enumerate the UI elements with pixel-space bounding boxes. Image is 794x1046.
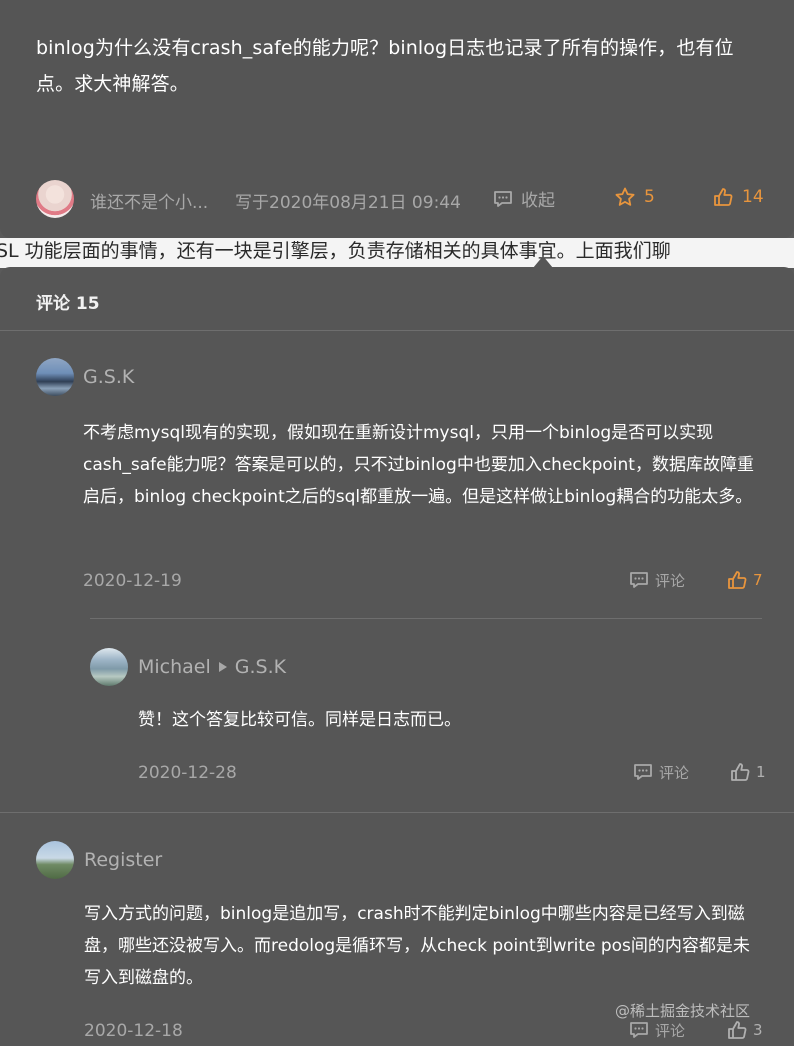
commenter-avatar[interactable] bbox=[90, 648, 128, 686]
comment-author[interactable]: Register bbox=[84, 849, 162, 871]
reply-target[interactable]: G.S.K bbox=[235, 656, 286, 678]
site-watermark: @稀土掘金技术社区 bbox=[615, 1002, 751, 1020]
star-button[interactable]: 5 bbox=[614, 186, 655, 208]
article-background: SL 功能层面的事情，还有一块是引擎层，负责存储相关的具体事宜。上面我们聊 bbox=[0, 238, 794, 268]
question-date: 写于2020年08月21日 09:44 bbox=[235, 193, 461, 213]
header-divider bbox=[0, 330, 794, 331]
reply-arrow-icon bbox=[218, 661, 228, 673]
reply-button[interactable]: 评论 bbox=[628, 1019, 685, 1041]
like-button[interactable]: 7 bbox=[726, 569, 763, 591]
comment-divider bbox=[0, 812, 794, 813]
comment-text: 不考虑mysql现有的实现，假如现在重新设计mysql，只用一个binlog是否… bbox=[83, 423, 754, 507]
comment-icon bbox=[492, 188, 514, 210]
comment-date: 2020-12-19 bbox=[83, 571, 182, 591]
reply-button[interactable]: 评论 bbox=[632, 761, 689, 783]
reply-label: 评论 bbox=[655, 571, 686, 590]
commenter-avatar[interactable] bbox=[36, 841, 74, 879]
question-card: binlog为什么没有crash_safe的能力呢？binlog日志也记录了所有… bbox=[0, 0, 794, 238]
article-text: SL 功能层面的事情，还有一块是引擎层，负责存储相关的具体事宜。上面我们聊 bbox=[0, 240, 671, 262]
star-icon bbox=[614, 186, 636, 208]
like-count: 1 bbox=[756, 763, 766, 781]
question-meta: 谁还不是个小... 写于2020年08月21日 09:44 收起 5 14 bbox=[36, 180, 776, 220]
like-count: 3 bbox=[753, 1021, 763, 1039]
comment-text: 赞！这个答复比较可信。同样是日志而已。 bbox=[138, 710, 461, 730]
comment-date: 2020-12-28 bbox=[138, 763, 237, 783]
reply-label: 评论 bbox=[655, 1021, 686, 1040]
comment-icon bbox=[628, 1019, 650, 1041]
comment-icon bbox=[632, 761, 654, 783]
like-button[interactable]: 1 bbox=[729, 761, 766, 783]
collapse-button[interactable]: 收起 bbox=[492, 186, 555, 211]
thumbs-up-icon bbox=[712, 186, 734, 208]
reply-button[interactable]: 评论 bbox=[628, 569, 685, 591]
collapse-label: 收起 bbox=[521, 191, 555, 211]
comments-header: 评论 15 bbox=[36, 294, 100, 314]
question-text: binlog为什么没有crash_safe的能力呢？binlog日志也记录了所有… bbox=[36, 37, 734, 95]
thumbs-up-icon bbox=[726, 569, 748, 591]
thumbs-up-icon bbox=[726, 1019, 748, 1041]
comment-author[interactable]: Michael bbox=[138, 656, 211, 678]
comment-icon bbox=[628, 569, 650, 591]
like-count: 7 bbox=[753, 571, 763, 589]
commenter-avatar[interactable] bbox=[36, 358, 74, 396]
like-button[interactable]: 14 bbox=[712, 186, 764, 208]
comment-text: 写入方式的问题，binlog是追加写，crash时不能判定binlog中哪些内容… bbox=[84, 904, 750, 988]
comment-author[interactable]: G.S.K bbox=[83, 366, 134, 388]
like-button[interactable]: 3 bbox=[726, 1019, 763, 1041]
comment-date: 2020-12-18 bbox=[84, 1021, 183, 1041]
author-avatar[interactable] bbox=[36, 180, 74, 218]
comments-panel: 评论 15 G.S.K 不考虑mysql现有的实现，假如现在重新设计mysql，… bbox=[0, 267, 794, 1046]
star-count: 5 bbox=[644, 187, 655, 207]
reply-label: 评论 bbox=[659, 763, 690, 782]
reply-divider bbox=[90, 618, 762, 619]
question-author[interactable]: 谁还不是个小... bbox=[90, 188, 208, 213]
reply-header: Michael G.S.K bbox=[138, 656, 286, 678]
thumbs-up-icon bbox=[729, 761, 751, 783]
like-count: 14 bbox=[742, 187, 764, 207]
